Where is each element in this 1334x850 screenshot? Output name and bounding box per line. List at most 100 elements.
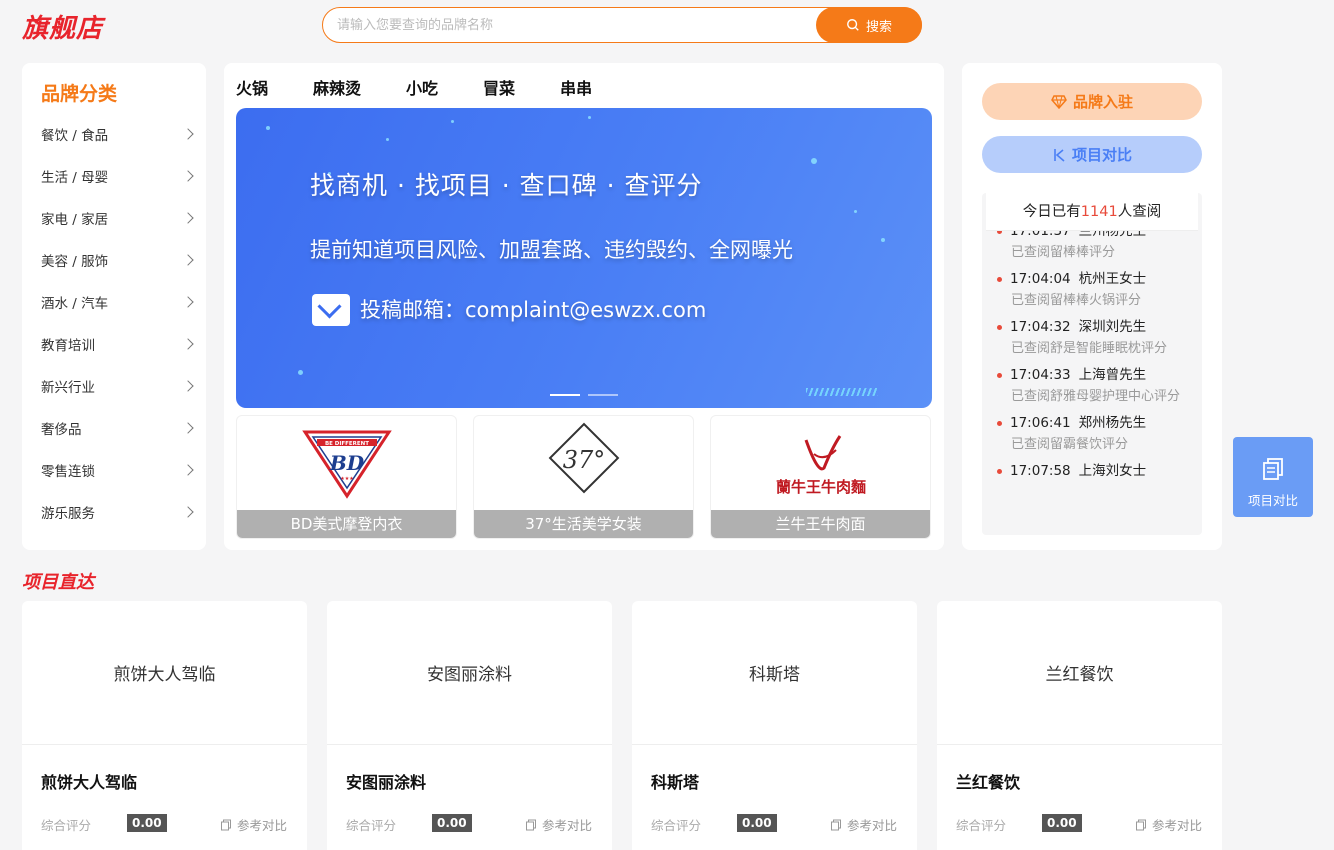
brand-card[interactable]: 37° 37°生活美学女装 (473, 415, 694, 539)
score-badge: 0.00 (1042, 814, 1082, 832)
reference-compare-link[interactable]: 参考对比 (220, 815, 287, 834)
category-tabs: 火锅 麻辣烫 小吃 冒菜 串串 (236, 75, 637, 99)
search-input[interactable] (337, 8, 807, 42)
search-button-label: 搜索 (865, 19, 892, 35)
tab-huoguo[interactable]: 火锅 (236, 75, 268, 99)
banner-decoration (806, 388, 878, 396)
score-badge: 0.00 (432, 814, 472, 832)
feed-entry: 17:04:04 杭州王女士 (982, 267, 1202, 291)
chevron-right-icon (182, 296, 194, 308)
feed-header: 今日已有1141人查阅 (986, 193, 1198, 231)
sidebar-item[interactable]: 游乐服务 (22, 491, 206, 533)
sidebar-item-label: 新兴行业 (41, 380, 95, 396)
feed-entry: 17:07:58 上海刘女士 (982, 459, 1202, 483)
sidebar-item[interactable]: 家电 / 家居 (22, 197, 206, 239)
project-image: 兰红餐饮 (937, 601, 1222, 745)
sidebar-item-label: 奢侈品 (41, 422, 82, 438)
project-card[interactable]: 煎饼大人驾临 煎饼大人驾临 综合评分 0.00 参考对比 (22, 601, 307, 850)
banner-decoration (854, 210, 857, 213)
copy-icon (1135, 819, 1146, 830)
tab-chuanchuan[interactable]: 串串 (560, 75, 592, 99)
brand-name: 37°生活美学女装 (474, 510, 693, 538)
brand-logo-mark: BD (328, 451, 364, 475)
sidebar-item-label: 酒水 / 汽车 (41, 296, 109, 312)
sidebar-item-label: 餐饮 / 食品 (41, 128, 109, 144)
project-compare-button[interactable]: 项目对比 (982, 136, 1202, 173)
search-bar: 搜索 (322, 7, 922, 43)
sidebar-item[interactable]: 奢侈品 (22, 407, 206, 449)
feed-suffix: 人查阅 (1117, 204, 1162, 220)
feed-entry: 17:04:33 上海曾先生 (982, 363, 1202, 387)
banner-decoration (266, 126, 270, 130)
brand-card[interactable]: 蘭牛王牛肉麵 兰牛王牛肉面 (710, 415, 931, 539)
sidebar-item[interactable]: 零售连锁 (22, 449, 206, 491)
reference-compare-label: 参考对比 (846, 818, 897, 833)
chevron-right-icon (182, 464, 194, 476)
score-badge: 0.00 (737, 814, 777, 832)
reference-compare-link[interactable]: 参考对比 (525, 815, 592, 834)
chevron-right-icon (182, 128, 194, 140)
chevron-right-icon (182, 338, 194, 350)
sidebar-item-label: 美容 / 服饰 (41, 254, 109, 270)
brand-logo-stars: ★★★ (340, 476, 354, 482)
feed-count: 1141 (1080, 204, 1118, 220)
project-compare-label: 项目对比 (1071, 146, 1132, 164)
feed-time: 17:04:33 (1010, 367, 1071, 383)
sidebar-item[interactable]: 新兴行业 (22, 365, 206, 407)
sidebar-item-label: 游乐服务 (41, 506, 95, 522)
sidebar-item-label: 生活 / 母婴 (41, 170, 109, 186)
project-name: 煎饼大人驾临 (41, 773, 138, 792)
reference-compare-link[interactable]: 参考对比 (1135, 815, 1202, 834)
sidebar-item[interactable]: 生活 / 母婴 (22, 155, 206, 197)
copy-icon (830, 819, 841, 830)
project-card[interactable]: 科斯塔 科斯塔 综合评分 0.00 参考对比 (632, 601, 917, 850)
brand-join-button[interactable]: 品牌入驻 (982, 83, 1202, 120)
feed-time: 17:07:58 (1010, 463, 1071, 479)
sidebar-item[interactable]: 教育培训 (22, 323, 206, 365)
brand-card[interactable]: BE DIFFERENT BD ★★★ BD美式摩登内衣 (236, 415, 457, 539)
sidebar-item-label: 零售连锁 (41, 464, 95, 480)
score-label: 综合评分 (651, 818, 702, 833)
search-button[interactable]: 搜索 (816, 7, 922, 43)
category-list: 餐饮 / 食品 生活 / 母婴 家电 / 家居 美容 / 服饰 酒水 / 汽车 … (22, 113, 206, 533)
search-icon (847, 19, 859, 31)
brand-name: BD美式摩登内衣 (237, 510, 456, 538)
project-card[interactable]: 兰红餐饮 兰红餐饮 综合评分 0.00 参考对比 (937, 601, 1222, 850)
project-image: 煎饼大人驾临 (22, 601, 307, 745)
sidebar-item[interactable]: 美容 / 服饰 (22, 239, 206, 281)
feed-user: 郑州杨先生 (1078, 415, 1147, 431)
score-label: 综合评分 (956, 818, 1007, 833)
compare-icon (1054, 148, 1065, 162)
feed-user: 杭州王女士 (1078, 271, 1147, 287)
featured-brands: BE DIFFERENT BD ★★★ BD美式摩登内衣 37° 37°生活美学… (236, 415, 932, 539)
middle-panel: 火锅 麻辣烫 小吃 冒菜 串串 找商机 · 找项目 · 查口碑 · 查评分 提前… (224, 63, 944, 550)
reference-compare-link[interactable]: 参考对比 (830, 815, 897, 834)
brand-join-label: 品牌入驻 (1072, 93, 1133, 111)
carousel-indicator-1[interactable] (550, 394, 580, 396)
sidebar-title: 品牌分类 (41, 83, 118, 105)
project-image: 科斯塔 (632, 601, 917, 745)
promo-banner[interactable]: 找商机 · 找项目 · 查口碑 · 查评分 提前知道项目风险、加盟套路、违约毁约… (236, 108, 932, 408)
site-logo[interactable]: 旗舰店 (22, 8, 103, 45)
banner-decoration (298, 370, 303, 375)
feed-user: 上海曾先生 (1078, 367, 1147, 383)
tab-xiaochi[interactable]: 小吃 (406, 75, 438, 99)
reference-compare-label: 参考对比 (236, 818, 287, 833)
floating-compare-button[interactable]: 项目对比 (1233, 437, 1313, 517)
project-name: 兰红餐饮 (956, 773, 1021, 792)
project-card[interactable]: 安图丽涂料 安图丽涂料 综合评分 0.00 参考对比 (327, 601, 612, 850)
tab-maocai[interactable]: 冒菜 (483, 75, 515, 99)
sidebar-item[interactable]: 酒水 / 汽车 (22, 281, 206, 323)
tab-malatang[interactable]: 麻辣烫 (313, 75, 361, 99)
feed-user: 上海刘女士 (1078, 463, 1147, 479)
carousel-indicator-2[interactable] (588, 394, 618, 396)
37-logo-icon: 37° (548, 422, 619, 494)
feed-time: 17:04:32 (1010, 319, 1071, 335)
brand-logo-text: 蘭牛王牛肉麵 (775, 478, 865, 496)
sidebar-item[interactable]: 餐饮 / 食品 (22, 113, 206, 155)
feed-time: 17:06:41 (1010, 415, 1071, 431)
feed-desc: 已查阅舒雅母婴护理中心评分 (1011, 389, 1181, 404)
banner-headline: 找商机 · 找项目 · 查口碑 · 查评分 (310, 171, 703, 200)
score-badge: 0.00 (127, 814, 167, 832)
project-name: 科斯塔 (651, 773, 700, 792)
